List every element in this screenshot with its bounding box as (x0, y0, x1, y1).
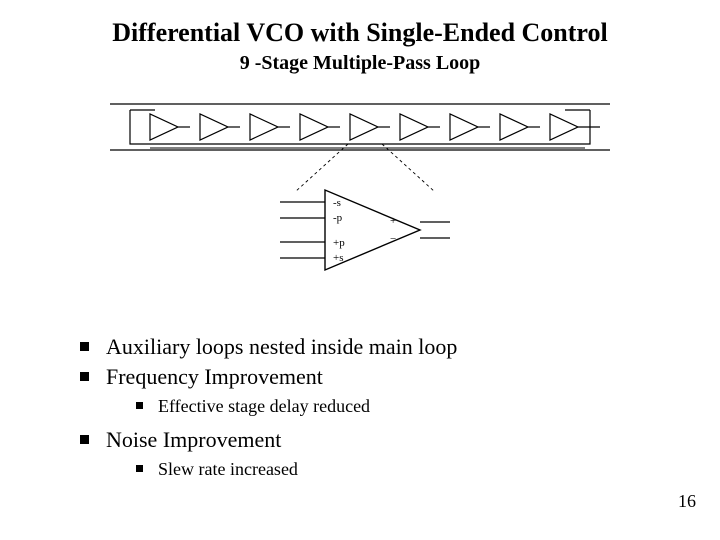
bullet-item: Noise Improvement Slew rate increased (80, 427, 680, 480)
sub-bullet-item: Slew rate increased (136, 459, 680, 480)
bullet-text: Frequency Improvement (106, 364, 323, 389)
sub-bullet-text: Effective stage delay reduced (158, 396, 370, 416)
label-out-plus: + (390, 215, 396, 227)
bullet-item: Auxiliary loops nested inside main loop (80, 334, 680, 360)
label-neg-s: -s (333, 197, 341, 209)
page-number: 16 (678, 491, 696, 512)
delay-cell-detail: -s -p +p +s + − (280, 190, 450, 270)
sub-bullet-text: Slew rate increased (158, 459, 298, 479)
sub-bullet-item: Effective stage delay reduced (136, 396, 680, 417)
bullet-text: Auxiliary loops nested inside main loop (106, 334, 457, 359)
label-out-minus: − (390, 233, 396, 245)
slide-subtitle: 9 -Stage Multiple-Pass Loop (0, 52, 720, 75)
zoom-guides (295, 144, 435, 192)
label-neg-p: -p (333, 212, 343, 224)
delay-stages (150, 114, 600, 140)
slide-title: Differential VCO with Single-Ended Contr… (0, 18, 720, 48)
bullet-item: Frequency Improvement Effective stage de… (80, 364, 680, 417)
label-pos-p: +p (333, 237, 345, 249)
label-pos-s: +s (333, 252, 343, 264)
bullet-text: Noise Improvement (106, 427, 281, 452)
ring-oscillator-figure: -s -p +p +s + − (90, 90, 630, 290)
bullet-list: Auxiliary loops nested inside main loop … (80, 330, 680, 490)
